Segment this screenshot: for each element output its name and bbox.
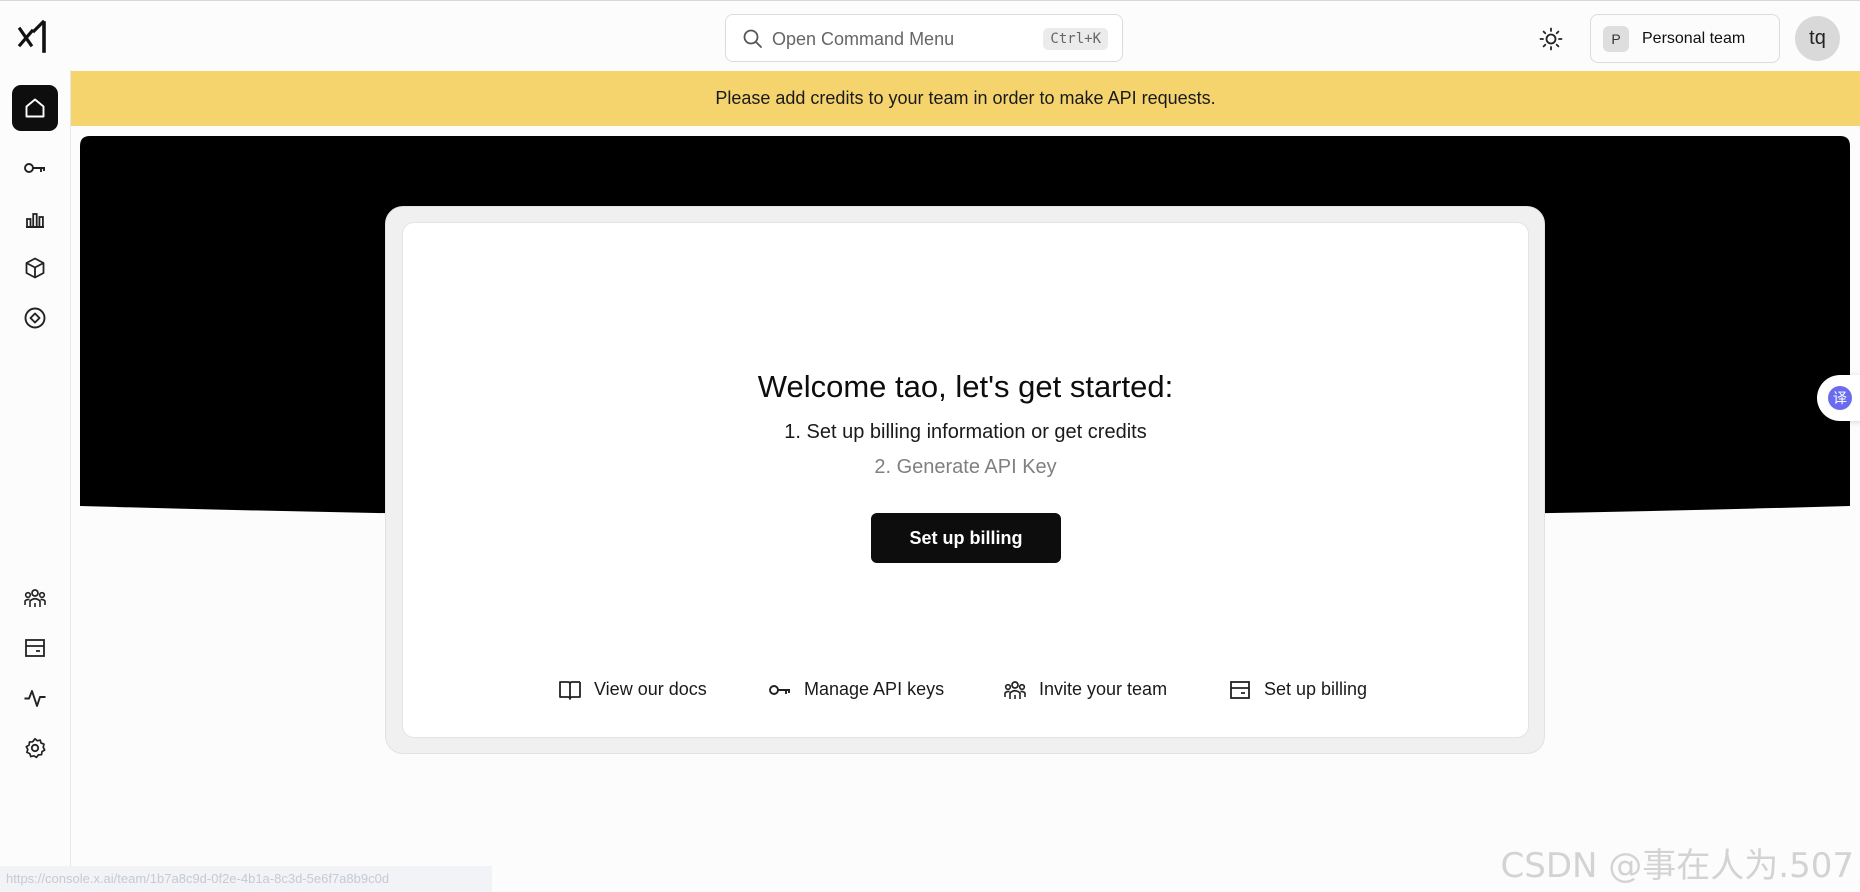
sidebar-item-api-keys[interactable] bbox=[12, 145, 58, 191]
credits-warning-banner: Please add credits to your team in order… bbox=[71, 71, 1860, 126]
step-billing: 1. Set up billing information or get cre… bbox=[784, 421, 1147, 443]
billing-icon bbox=[25, 639, 45, 657]
team-icon bbox=[1004, 681, 1026, 699]
settings-gear-icon bbox=[25, 737, 46, 759]
sidebar-item-models[interactable] bbox=[12, 245, 58, 291]
activity-icon bbox=[24, 690, 46, 707]
translate-float-button[interactable]: 译 bbox=[1817, 375, 1860, 421]
sidebar-item-billing[interactable] bbox=[12, 625, 58, 671]
welcome-title: Welcome tao, let's get started: bbox=[757, 369, 1174, 404]
team-name: Personal team bbox=[1642, 30, 1746, 47]
team-switcher-button[interactable]: P Personal team bbox=[1590, 14, 1780, 63]
team-icon bbox=[24, 589, 46, 607]
top-header: Open Command Menu Ctrl+K P Personal team… bbox=[0, 1, 1860, 70]
key-icon bbox=[24, 163, 45, 173]
search-placeholder: Open Command Menu bbox=[772, 29, 955, 49]
search-icon bbox=[743, 29, 762, 48]
sidebar-nav bbox=[0, 70, 71, 892]
xai-logo-icon[interactable] bbox=[16, 19, 52, 55]
sidebar-item-home[interactable] bbox=[12, 85, 58, 131]
getting-started-card: Welcome tao, let's get started: 1. Set u… bbox=[385, 206, 1545, 754]
theme-toggle-sun-icon[interactable] bbox=[1538, 26, 1564, 52]
getting-started-card-inner: Welcome tao, let's get started: 1. Set u… bbox=[402, 222, 1529, 738]
sidebar-item-team[interactable] bbox=[12, 575, 58, 621]
quick-links: View our docs Manage API keys Invite you… bbox=[403, 675, 1528, 705]
sidebar-item-explore[interactable] bbox=[12, 295, 58, 341]
user-avatar[interactable]: tq bbox=[1795, 16, 1840, 61]
sidebar-item-activity[interactable] bbox=[12, 675, 58, 721]
shortcut-badge: Ctrl+K bbox=[1043, 28, 1108, 50]
quick-link-invite-team-label: Invite your team bbox=[1039, 679, 1168, 699]
watermark-text: CSDN @事在人为.507 bbox=[1500, 846, 1854, 886]
cube-icon bbox=[25, 257, 45, 279]
billing-icon bbox=[1230, 681, 1250, 699]
key-icon bbox=[769, 685, 790, 695]
sidebar-item-usage[interactable] bbox=[12, 195, 58, 241]
link-status-url: https://console.x.ai/team/1b7a8c9d-0f2e-… bbox=[0, 866, 492, 892]
command-menu-search[interactable]: Open Command Menu Ctrl+K bbox=[725, 14, 1123, 62]
set-up-billing-button[interactable]: Set up billing bbox=[871, 513, 1061, 563]
quick-link-api-keys-label: Manage API keys bbox=[804, 679, 945, 699]
home-icon bbox=[25, 98, 45, 118]
quick-link-docs-label: View our docs bbox=[594, 679, 707, 699]
target-icon bbox=[24, 307, 46, 329]
sidebar-item-settings[interactable] bbox=[12, 725, 58, 771]
book-icon bbox=[559, 681, 581, 700]
quick-link-billing-label: Set up billing bbox=[1264, 679, 1368, 699]
team-badge: P bbox=[1603, 26, 1629, 52]
step-api-key: 2. Generate API Key bbox=[874, 456, 1057, 478]
translate-icon: 译 bbox=[1828, 386, 1852, 410]
bar-chart-icon bbox=[26, 213, 44, 228]
